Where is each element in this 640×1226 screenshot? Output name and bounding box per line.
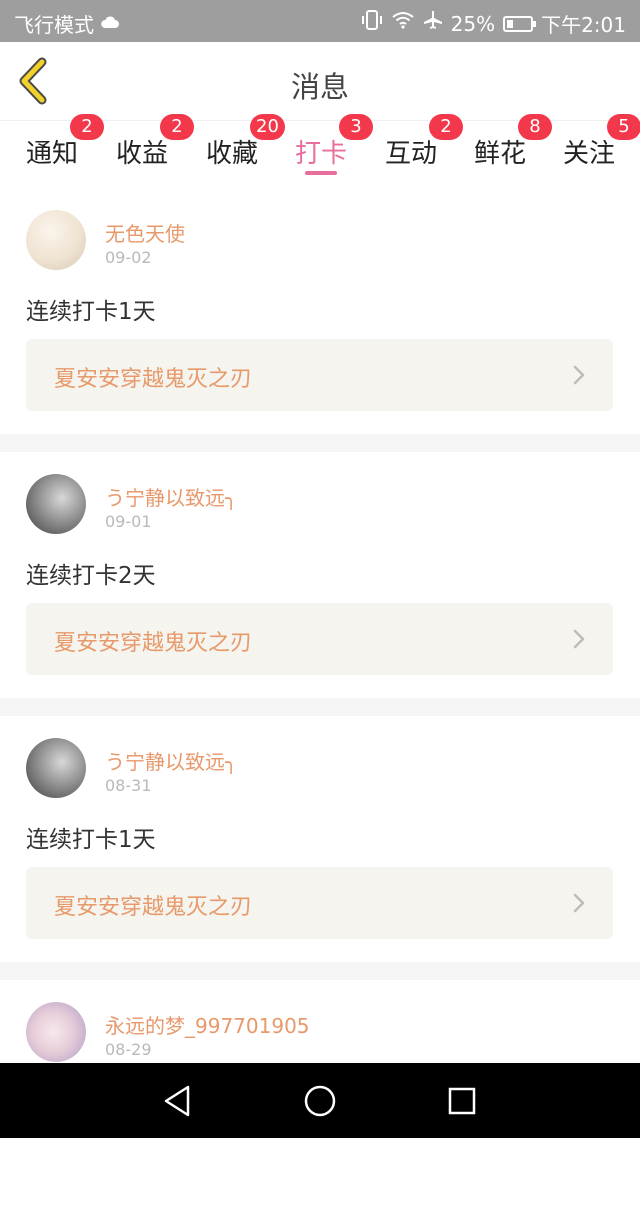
chevron-right-icon xyxy=(573,629,585,649)
message-date: 09-02 xyxy=(105,248,152,267)
tab-badge: 2 xyxy=(70,114,104,140)
wifi-icon xyxy=(391,11,415,36)
status-bar: 飞行模式 25% 下午2:01 xyxy=(0,0,640,42)
active-tab-indicator xyxy=(305,171,337,175)
divider xyxy=(0,698,640,716)
message-date: 09-01 xyxy=(105,512,152,531)
book-title: 夏安安穿越鬼灭之刃 xyxy=(54,895,253,920)
tab-label: 收藏 xyxy=(206,139,259,169)
username[interactable]: 无色天使 xyxy=(105,218,185,247)
list-item: 无色天使 09-02 连续打卡1天 夏安安穿越鬼灭之刃 xyxy=(0,188,640,434)
tab-badge: 2 xyxy=(160,114,194,140)
divider xyxy=(0,962,640,980)
list-item: う宁静以致远╮ 08-31 连续打卡1天 夏安安穿越鬼灭之刃 xyxy=(0,716,640,962)
tab-label: 互动 xyxy=(385,139,438,169)
page-title: 消息 xyxy=(290,70,349,104)
airplane-icon xyxy=(423,10,443,37)
status-left: 飞行模式 xyxy=(14,9,120,38)
nav-home-button[interactable] xyxy=(300,1081,340,1121)
book-title: 夏安安穿越鬼灭之刃 xyxy=(54,631,253,656)
divider xyxy=(0,434,640,452)
book-link[interactable]: 夏安安穿越鬼灭之刃 xyxy=(26,339,613,411)
status-right: 25% 下午2:01 xyxy=(361,9,626,38)
tab-label: 通知 xyxy=(26,139,79,169)
system-nav-bar xyxy=(0,1063,640,1138)
tab-badge: 8 xyxy=(518,114,552,140)
chevron-right-icon xyxy=(573,365,585,385)
tab-label: 鲜花 xyxy=(474,139,527,169)
chevron-right-icon xyxy=(573,893,585,913)
tab-label: 关注 xyxy=(563,139,616,169)
airplane-mode-text: 飞行模式 xyxy=(14,13,94,37)
battery-icon xyxy=(503,15,537,32)
vibrate-icon xyxy=(361,10,383,37)
message-date: 08-31 xyxy=(105,776,152,795)
tab-label: 收益 xyxy=(116,139,169,169)
tab-badge: 3 xyxy=(339,114,373,140)
book-title: 夏安安穿越鬼灭之刃 xyxy=(54,367,253,392)
message-date: 08-29 xyxy=(105,1040,152,1059)
book-link[interactable]: 夏安安穿越鬼灭之刃 xyxy=(26,867,613,939)
username[interactable]: う宁静以致远╮ xyxy=(105,482,237,511)
home-circle-icon xyxy=(304,1085,336,1117)
avatar[interactable] xyxy=(26,210,86,270)
tab-badge: 20 xyxy=(250,114,285,140)
avatar[interactable] xyxy=(26,1002,86,1062)
header-bar: 消息 xyxy=(0,42,640,121)
avatar[interactable] xyxy=(26,738,86,798)
message-text: 连续打卡2天 xyxy=(26,563,156,589)
recents-square-icon xyxy=(448,1087,476,1115)
nav-recents-button[interactable] xyxy=(442,1081,482,1121)
message-tabs: 通知 2 收益 2 收藏 20 打卡 3 互动 2 鲜花 8 关注 5 xyxy=(0,114,640,179)
battery-level-fill xyxy=(507,19,514,28)
cloud-icon xyxy=(100,12,120,36)
book-link[interactable]: 夏安安穿越鬼灭之刃 xyxy=(26,603,613,675)
username[interactable]: 永远的梦_997701905 xyxy=(105,1010,310,1039)
message-text: 连续打卡1天 xyxy=(26,827,156,853)
tab-badge: 2 xyxy=(429,114,463,140)
clock: 下午2:01 xyxy=(541,13,626,37)
tab-label: 打卡 xyxy=(295,139,348,169)
back-triangle-icon xyxy=(164,1085,190,1117)
battery-percent: 25% xyxy=(450,11,496,36)
message-text: 连续打卡1天 xyxy=(26,299,156,325)
nav-back-button[interactable] xyxy=(158,1081,198,1121)
list-item: う宁静以致远╮ 09-01 连续打卡2天 夏安安穿越鬼灭之刃 xyxy=(0,452,640,698)
tab-badge: 5 xyxy=(607,114,640,140)
username[interactable]: う宁静以致远╮ xyxy=(105,746,237,775)
avatar[interactable] xyxy=(26,474,86,534)
